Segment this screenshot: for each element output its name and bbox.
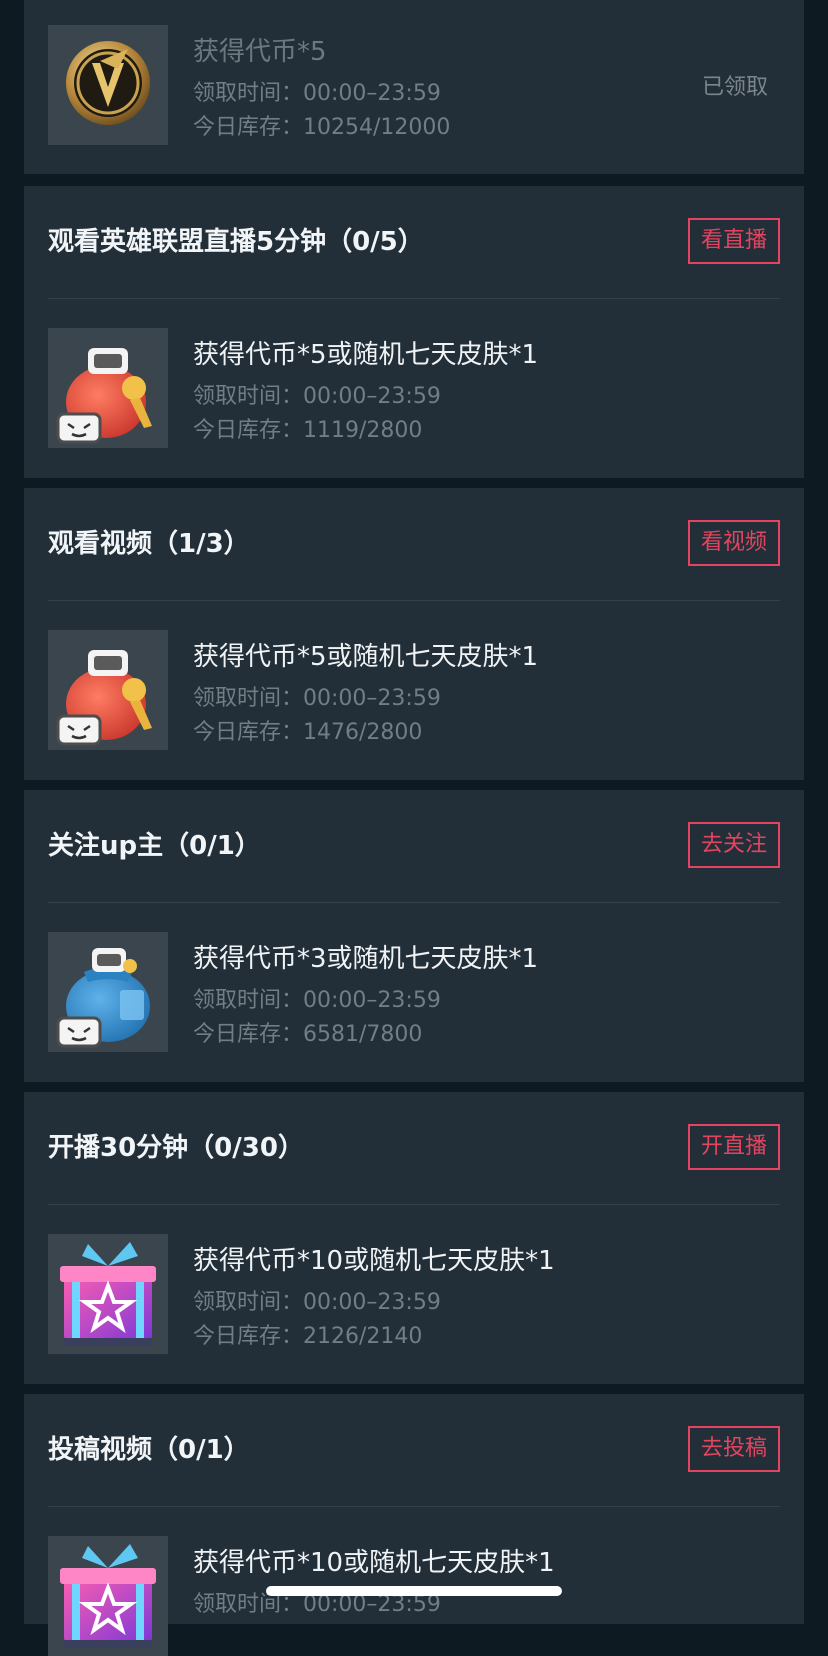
home-indicator[interactable] bbox=[266, 1586, 562, 1596]
stock-value: 10254/12000 bbox=[303, 115, 451, 140]
stock-prefix: 今日库存： bbox=[193, 720, 304, 745]
time-prefix: 领取时间： bbox=[193, 988, 304, 1013]
time-value: 00:00–23:59 bbox=[303, 686, 441, 711]
reward-stock: 今日库存：2126/2140 bbox=[193, 1318, 422, 1350]
reward-stock: 今日库存：6581/7800 bbox=[193, 1016, 422, 1048]
time-prefix: 领取时间： bbox=[193, 1290, 304, 1315]
reward-name: 获得代币*5 bbox=[193, 37, 327, 67]
task-title: 投稿视频（0/1） bbox=[48, 1435, 250, 1465]
task-card: 关注up主（0/1） 去关注 获得代币*3或随机七天皮肤*1 领取时间：00:0… bbox=[24, 790, 804, 1082]
reward-row: 获得代币*5或随机七天皮肤*1 领取时间：00:00–23:59 今日库存：11… bbox=[48, 328, 780, 448]
time-value: 00:00–23:59 bbox=[303, 384, 441, 409]
follow-button[interactable]: 去关注 bbox=[688, 822, 780, 868]
stock-prefix: 今日库存： bbox=[193, 115, 304, 140]
red-lucky-bag-icon bbox=[48, 328, 168, 448]
start-live-button[interactable]: 开直播 bbox=[688, 1124, 780, 1170]
reward-time: 领取时间：00:00–23:59 bbox=[193, 982, 441, 1014]
stock-value: 6581/7800 bbox=[303, 1022, 423, 1047]
reward-name: 获得代币*5或随机七天皮肤*1 bbox=[193, 340, 539, 370]
red-lucky-bag-icon bbox=[48, 630, 168, 750]
task-header: 关注up主（0/1） 去关注 bbox=[48, 790, 780, 903]
task-title: 观看视频（1/3） bbox=[48, 529, 250, 559]
reward-row: 获得代币*5或随机七天皮肤*1 领取时间：00:00–23:59 今日库存：14… bbox=[48, 630, 780, 750]
stock-prefix: 今日库存： bbox=[193, 1324, 304, 1349]
reward-time: 领取时间：00:00–23:59 bbox=[193, 1284, 441, 1316]
task-title: 关注up主（0/1） bbox=[48, 831, 261, 861]
reward-row: 获得代币*10或随机七天皮肤*1 领取时间：00:00–23:59 今日库存：2… bbox=[48, 1234, 780, 1354]
time-value: 00:00–23:59 bbox=[303, 988, 441, 1013]
task-card: 观看视频（1/3） 看视频 获得代币*5或随机七天皮肤*1 领取时间：00:00… bbox=[24, 488, 804, 780]
reward-row: 获得代币*10或随机七天皮肤*1 领取时间：00:00–23:59 bbox=[48, 1536, 780, 1656]
claimed-status: 已领取 bbox=[701, 75, 768, 100]
time-prefix: 领取时间： bbox=[193, 686, 304, 711]
reward-name: 获得代币*3或随机七天皮肤*1 bbox=[193, 944, 539, 974]
blue-lucky-bag-icon bbox=[48, 932, 168, 1052]
reward-time: 领取时间：00:00–23:59 bbox=[193, 680, 441, 712]
time-value: 00:00–23:59 bbox=[303, 1290, 441, 1315]
task-header: 观看视频（1/3） 看视频 bbox=[48, 488, 780, 601]
stock-prefix: 今日库存： bbox=[193, 1022, 304, 1047]
stock-prefix: 今日库存： bbox=[193, 418, 304, 443]
star-gift-box-icon bbox=[48, 1536, 168, 1656]
task-header: 开播30分钟（0/30） 开直播 bbox=[48, 1092, 780, 1205]
stock-value: 1119/2800 bbox=[303, 418, 423, 443]
task-title: 开播30分钟（0/30） bbox=[48, 1133, 304, 1163]
task-card: 观看英雄联盟直播5分钟（0/5） 看直播 获得代币*5或随机七天皮肤*1 领取时… bbox=[24, 186, 804, 478]
stock-value: 1476/2800 bbox=[303, 720, 423, 745]
time-value: 00:00–23:59 bbox=[303, 81, 441, 106]
task-title: 观看英雄联盟直播5分钟（0/5） bbox=[48, 227, 424, 257]
reward-stock: 今日库存：1119/2800 bbox=[193, 412, 422, 444]
task-header: 观看英雄联盟直播5分钟（0/5） 看直播 bbox=[48, 186, 780, 299]
submit-video-button[interactable]: 去投稿 bbox=[688, 1426, 780, 1472]
reward-row: 获得代币*3或随机七天皮肤*1 领取时间：00:00–23:59 今日库存：65… bbox=[48, 932, 780, 1052]
reward-name: 获得代币*10或随机七天皮肤*1 bbox=[193, 1246, 555, 1276]
watch-video-button[interactable]: 看视频 bbox=[688, 520, 780, 566]
task-header: 投稿视频（0/1） 去投稿 bbox=[48, 1394, 780, 1507]
time-prefix: 领取时间： bbox=[193, 81, 304, 106]
claimed-reward-card: 获得代币*5 领取时间：00:00–23:59 今日库存：10254/12000… bbox=[24, 0, 804, 174]
reward-stock: 今日库存：10254/12000 bbox=[193, 109, 450, 141]
reward-name: 获得代币*5或随机七天皮肤*1 bbox=[193, 642, 539, 672]
task-card: 开播30分钟（0/30） 开直播 获得代币*10或随机七天皮肤*1 领取时间：0… bbox=[24, 1092, 804, 1384]
reward-name: 获得代币*10或随机七天皮肤*1 bbox=[193, 1548, 555, 1578]
reward-row: 获得代币*5 领取时间：00:00–23:59 今日库存：10254/12000… bbox=[48, 25, 780, 145]
reward-time: 领取时间：00:00–23:59 bbox=[193, 378, 441, 410]
lol-coin-emblem-icon bbox=[48, 25, 168, 145]
watch-live-button[interactable]: 看直播 bbox=[688, 218, 780, 264]
time-prefix: 领取时间： bbox=[193, 384, 304, 409]
reward-stock: 今日库存：1476/2800 bbox=[193, 714, 422, 746]
stock-value: 2126/2140 bbox=[303, 1324, 423, 1349]
reward-time: 领取时间：00:00–23:59 bbox=[193, 75, 441, 107]
star-gift-box-icon bbox=[48, 1234, 168, 1354]
